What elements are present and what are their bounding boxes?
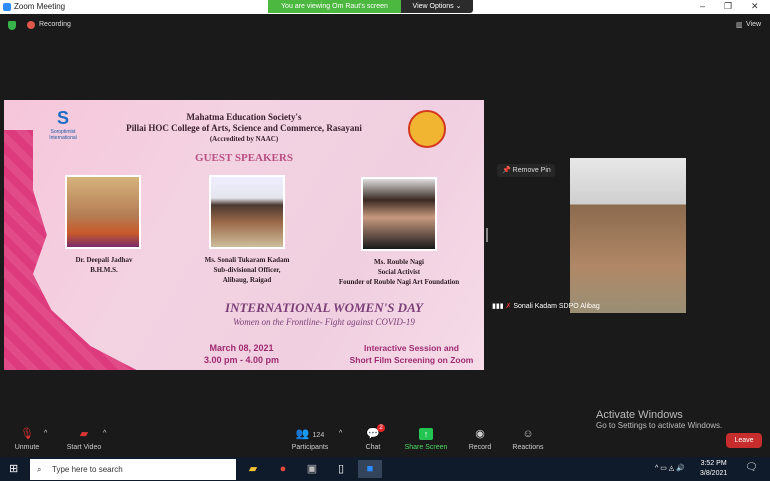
window-title: Zoom Meeting xyxy=(14,2,66,11)
share-screen-icon: ↑ xyxy=(419,428,433,440)
meeting-toolbar: 🎙 Unmute ^ ▰ Start Video ^ 👥 124 Participan… xyxy=(0,415,770,457)
remove-pin-label: Remove Pin xyxy=(512,167,551,174)
viewing-screen-banner: You are viewing Om Raut's screen xyxy=(268,0,401,13)
unmute-button[interactable]: 🎙 Unmute xyxy=(0,428,57,451)
video-options-caret[interactable]: ^ xyxy=(103,430,106,437)
participants-icon: 👥 124 xyxy=(295,428,325,440)
shared-screen: S Soroptimist International Mahatma Educa… xyxy=(4,100,484,370)
reactions-button[interactable]: ☺ Reactions xyxy=(498,428,558,451)
file-explorer-icon[interactable]: ▰ xyxy=(241,460,265,478)
clock[interactable]: 3:52 PM 3/8/2021 xyxy=(700,459,727,479)
silhouette-graphic xyxy=(4,130,194,370)
leave-button[interactable]: Leave xyxy=(726,433,762,448)
soroptimist-logo: S Soroptimist International xyxy=(49,108,77,141)
view-button[interactable]: View xyxy=(746,21,761,28)
notifications-icon[interactable]: 🗨 xyxy=(745,462,758,473)
session-line-2: Short Film Screening on Zoom xyxy=(349,355,474,365)
speaker-photo-3 xyxy=(361,177,437,251)
org-line-1: Mahatma Education Society's xyxy=(186,112,302,122)
search-icon: ⌕ xyxy=(37,465,42,474)
pin-icon: 📌 xyxy=(502,167,513,174)
participants-button[interactable]: 👥 124 Participants xyxy=(280,428,340,451)
event-title: INTERNATIONAL WOMEN'S DAY xyxy=(225,300,423,315)
session-line-1: Interactive Session and xyxy=(364,343,459,353)
speaker-3-caption: Ms. Rouble Nagi Social Activist Founder of… xyxy=(338,258,460,286)
view-options-button[interactable]: View Options ⌄ xyxy=(401,0,473,13)
college-seal-logo xyxy=(408,110,446,148)
remove-pin-button[interactable]: 📌 Remove Pin xyxy=(497,164,555,177)
windows-start-icon[interactable]: ⊞ xyxy=(9,462,18,475)
event-subtitle: Women on the Frontline- Fight against CO… xyxy=(233,317,415,327)
chat-badge: 2 xyxy=(377,424,385,432)
system-tray-icons[interactable]: ^ ▭ ◬ 🔊 xyxy=(655,464,685,472)
zoom-taskbar-icon[interactable]: ■ xyxy=(358,460,382,478)
chrome-icon[interactable]: ● xyxy=(271,460,295,478)
taskbar-search-input[interactable]: ⌕ Type here to search xyxy=(30,459,236,480)
org-line-3: (Accredited by NAAC) xyxy=(209,135,279,143)
view-icon[interactable]: ▥ xyxy=(736,21,743,29)
signal-icon: ▮▮▮ xyxy=(492,303,504,310)
event-date: March 08, 2021 xyxy=(209,343,274,353)
document-app-icon[interactable]: ▯ xyxy=(329,460,353,478)
chat-icon: 💬 2 xyxy=(366,424,385,440)
participant-video-tile[interactable] xyxy=(570,158,686,313)
speaker-photo-1 xyxy=(65,175,141,249)
muted-mic-icon: ✗ xyxy=(505,303,512,310)
muted-mic-icon: 🎙 xyxy=(20,428,34,440)
minimize-button[interactable]: – xyxy=(700,1,705,11)
recording-icon xyxy=(27,21,35,29)
meeting-top-bar: Recording ▥ View xyxy=(0,14,770,36)
restore-button[interactable]: ❐ xyxy=(724,1,732,12)
speaker-1-caption: Dr. Deepali Jadhav B.H.M.S. xyxy=(75,256,133,274)
video-off-icon: ▰ xyxy=(79,428,89,440)
recording-label: Recording xyxy=(39,21,71,28)
share-screen-button[interactable]: ↑ Share Screen xyxy=(396,428,456,451)
speaker-photo-2 xyxy=(209,175,285,249)
splitter-handle[interactable] xyxy=(486,228,488,242)
chat-button[interactable]: 💬 2 Chat xyxy=(343,424,403,451)
close-button[interactable]: ✕ xyxy=(751,1,759,12)
participant-name-label: ▮▮▮ ✗ Sonali Kadam SDPO Alibag xyxy=(492,303,600,310)
record-icon: ◉ xyxy=(475,428,485,440)
security-shield-icon[interactable] xyxy=(8,21,16,30)
zoom-logo-icon xyxy=(3,3,11,11)
reactions-icon: ☺ xyxy=(522,428,534,440)
app-icon[interactable]: ▣ xyxy=(300,460,324,478)
participants-caret[interactable]: ^ xyxy=(339,430,342,437)
speaker-2-caption: Ms. Sonali Tukaram Kadam Sub-divisional O… xyxy=(204,256,290,284)
event-time: 3.00 pm - 4.00 pm xyxy=(203,355,280,365)
guest-speakers-heading: GUEST SPEAKERS xyxy=(195,152,293,164)
audio-options-caret[interactable]: ^ xyxy=(44,430,47,437)
org-line-2: Pillai HOC College of Arts, Science and … xyxy=(126,123,362,133)
